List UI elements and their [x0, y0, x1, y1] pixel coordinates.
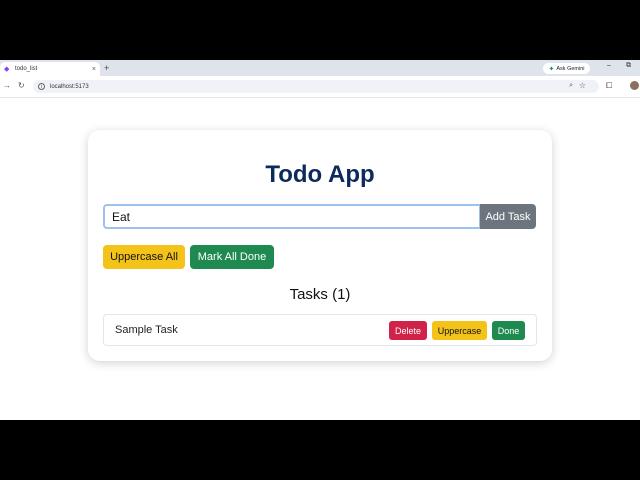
site-info-icon[interactable]: i: [38, 83, 45, 90]
profile-avatar[interactable]: [630, 81, 639, 90]
url-text: localhost:5173: [50, 83, 89, 90]
task-input[interactable]: [103, 204, 481, 229]
ask-gemini-button[interactable]: ✦ Ask Gemini: [543, 63, 590, 74]
app-favicon-icon: ◆: [4, 65, 10, 73]
mark-all-done-button[interactable]: Mark All Done: [190, 245, 274, 269]
forward-icon[interactable]: →: [3, 81, 11, 90]
extensions-icon[interactable]: ⧠: [606, 81, 612, 91]
task-row: Sample Task Delete Uppercase Done: [103, 314, 537, 346]
minimize-button[interactable]: –: [607, 62, 611, 69]
address-bar-row: → ↻ i localhost:5173 ☆ ⌕ ⧠: [0, 76, 640, 98]
uppercase-task-button[interactable]: Uppercase: [432, 321, 487, 340]
tasks-heading: Tasks (1): [289, 286, 351, 303]
uppercase-all-button[interactable]: Uppercase All: [103, 245, 185, 269]
page-title: Todo App: [265, 161, 375, 188]
tab-close-icon[interactable]: ×: [92, 66, 96, 73]
new-tab-button[interactable]: +: [104, 63, 109, 73]
gemini-spark-icon: ✦: [548, 65, 555, 73]
task-text: Sample Task: [115, 324, 178, 336]
tab-todo-list[interactable]: ◆ todo_list ×: [0, 62, 100, 76]
address-bar[interactable]: i localhost:5173 ☆ ⌕: [33, 80, 599, 93]
browser-window: ◆ todo_list × + ✦ Ask Gemini – ⧉ → ↻ i l…: [0, 60, 640, 420]
bookmark-star-icon[interactable]: ☆: [579, 81, 586, 90]
todo-card: Todo App Add Task Uppercase All Mark All…: [88, 130, 552, 361]
add-task-button[interactable]: Add Task: [480, 204, 536, 229]
done-task-button[interactable]: Done: [492, 321, 525, 340]
tab-bar: ◆ todo_list × + ✦ Ask Gemini – ⧉: [0, 60, 640, 76]
delete-task-button[interactable]: Delete: [389, 321, 427, 340]
ask-gemini-label: Ask Gemini: [556, 65, 585, 72]
restore-button[interactable]: ⧉: [626, 62, 631, 70]
reload-icon[interactable]: ↻: [18, 81, 25, 90]
zoom-icon[interactable]: ⌕: [569, 82, 573, 90]
tab-title: todo_list: [15, 66, 38, 72]
